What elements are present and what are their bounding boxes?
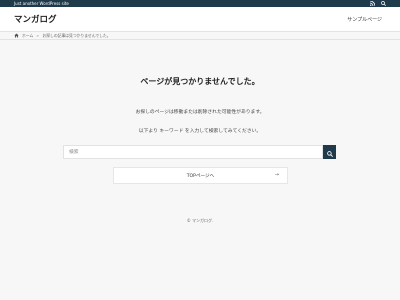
search-input[interactable] <box>63 145 323 159</box>
site-header: マンガログ サンプルページ <box>0 7 400 31</box>
nav-item-sample-page[interactable]: サンプルページ <box>347 16 382 23</box>
home-icon[interactable] <box>14 33 19 38</box>
top-bar: Just another WordPress site <box>0 0 400 7</box>
search-instruction: 以下より キーワード を入力して検索してみてください。 <box>138 129 262 134</box>
arrow-right-icon: → <box>274 172 279 178</box>
breadcrumb: ホーム > お探しの記事は見つかりませんでした。 <box>0 31 400 40</box>
breadcrumb-home[interactable]: ホーム <box>22 33 33 39</box>
site-title[interactable]: マンガログ <box>14 13 57 25</box>
breadcrumb-separator: > <box>36 33 40 38</box>
top-bar-icons <box>370 1 386 6</box>
site-tagline: Just another WordPress site <box>14 1 69 6</box>
search-button[interactable] <box>323 145 336 159</box>
rss-icon[interactable] <box>370 1 375 6</box>
footer-copyright: © マンガログ. <box>186 218 214 223</box>
breadcrumb-current: お探しの記事は見つかりませんでした。 <box>42 32 111 38</box>
not-found-message: お探しのページは移動または削除された可能性があります。 <box>135 110 265 115</box>
search-icon <box>326 145 333 160</box>
search-form <box>63 145 336 159</box>
search-icon[interactable] <box>381 1 386 6</box>
top-page-link-label: TOPページへ <box>186 173 215 179</box>
page-title: ページが見つかりませんでした。 <box>140 77 260 86</box>
top-page-link[interactable]: TOPページへ → <box>113 167 288 184</box>
